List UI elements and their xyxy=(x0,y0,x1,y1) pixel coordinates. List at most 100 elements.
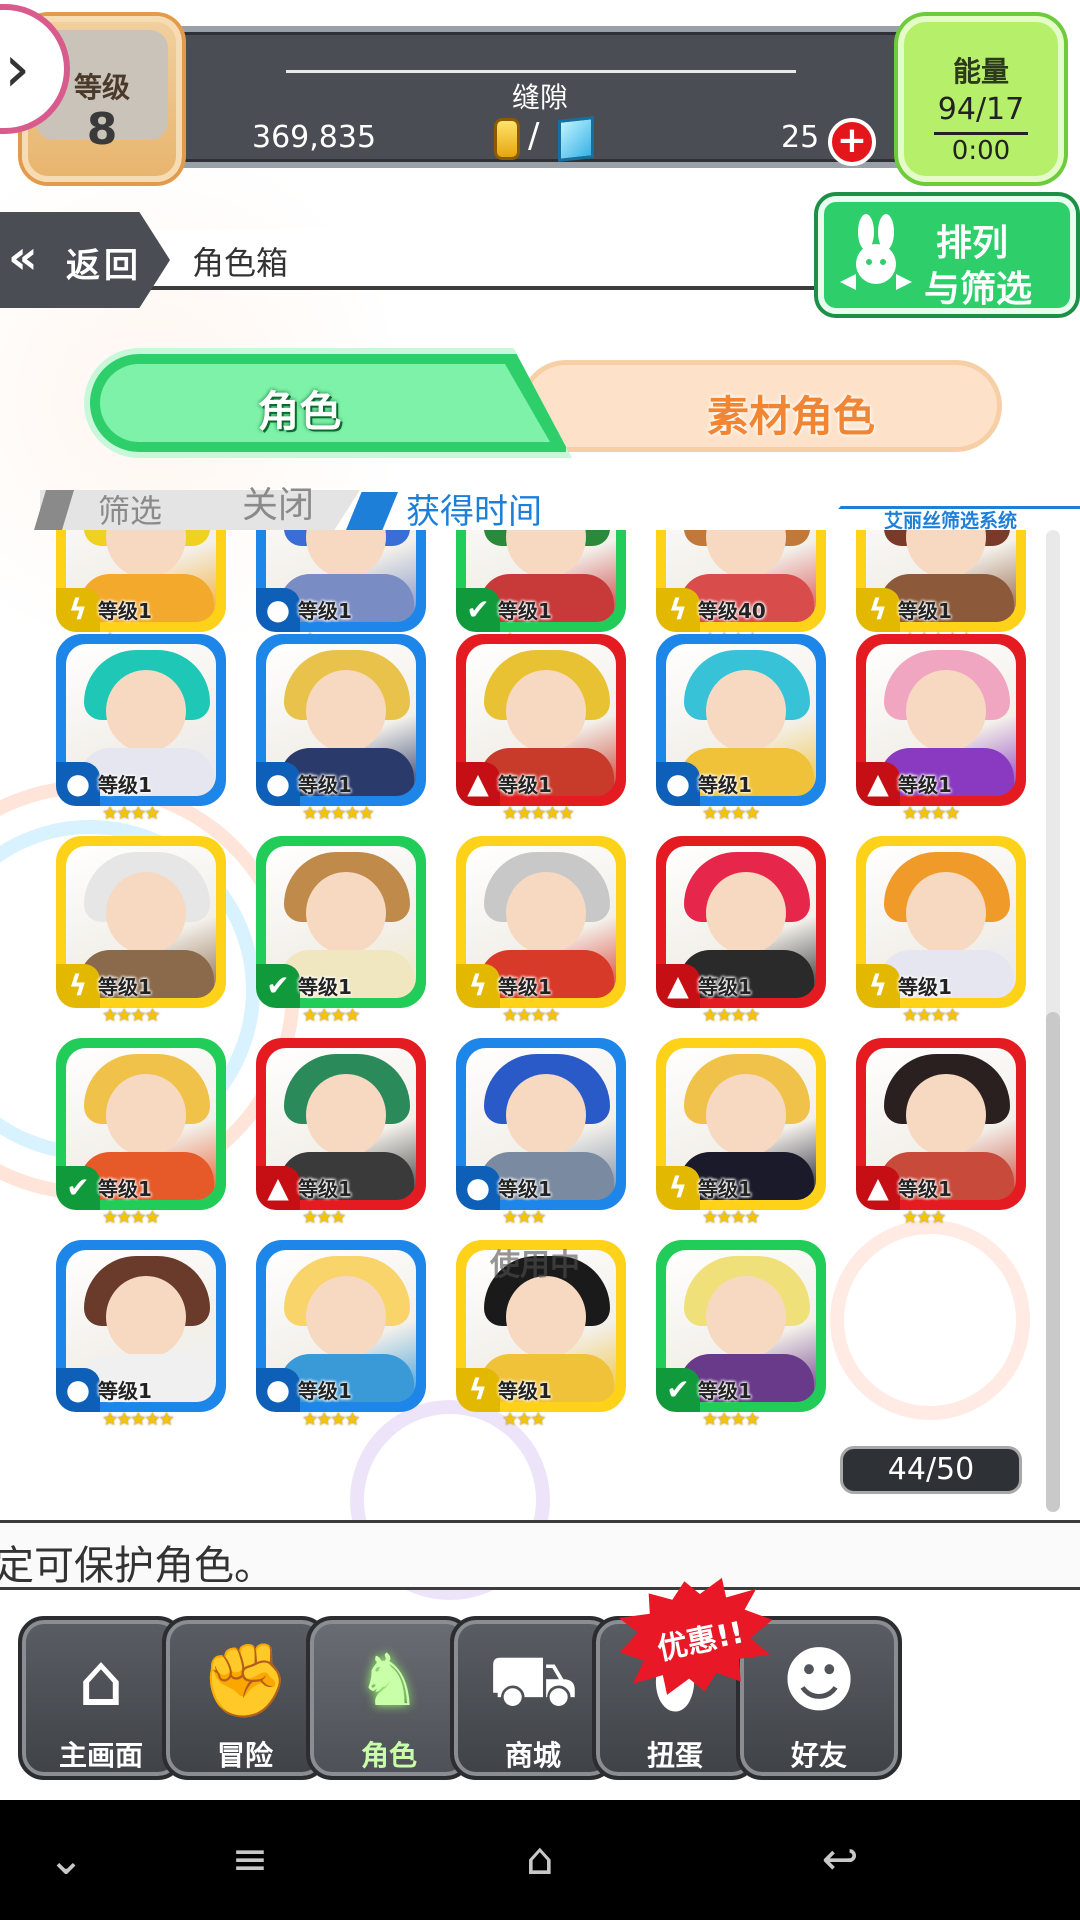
nav-button-handshake[interactable]: ✊ 冒险 xyxy=(162,1616,328,1780)
character-level: 等级1 xyxy=(498,773,552,797)
rabbit-arrows-icon xyxy=(840,214,912,290)
character-card[interactable]: ● 等级1 ★★★★★ xyxy=(56,1240,226,1430)
rarity-stars: ★★★★ xyxy=(302,1005,361,1026)
thunder-element-icon: ϟ xyxy=(856,964,900,1008)
scrollbar-thumb[interactable] xyxy=(1046,1012,1060,1512)
rarity-stars: ★★★★★ xyxy=(502,803,575,824)
water-element-icon: ● xyxy=(656,762,700,806)
character-card[interactable]: ▲ 等级1 ★★★★ xyxy=(656,836,826,1026)
rarity-stars: ★★★★★ xyxy=(302,803,375,824)
character-level: 等级1 xyxy=(698,773,752,797)
nav-label: 扭蛋 xyxy=(646,1739,703,1772)
character-card[interactable]: ● 等级1 ★★★ xyxy=(456,1038,626,1228)
character-card[interactable]: ● 等级1 ★★★★ xyxy=(256,1240,426,1430)
character-level: 等级1 xyxy=(98,975,152,999)
character-card[interactable]: ϟ 等级1 ★★★★ xyxy=(856,836,1026,1026)
character-card[interactable]: ●等级1★ xyxy=(256,530,426,650)
wind-element-icon: ✔ xyxy=(656,1368,700,1412)
filter-state[interactable]: 关闭 xyxy=(242,476,314,528)
thunder-element-icon: ϟ xyxy=(456,1368,500,1412)
character-card[interactable]: ϟ 等级1 ★★★★ xyxy=(56,836,226,1026)
nav-button-rabbit[interactable]: ♞ 角色 xyxy=(306,1616,472,1780)
menu-icon[interactable]: ≡ xyxy=(210,1828,290,1892)
rarity-stars: ★★★★ xyxy=(702,1409,761,1430)
character-card[interactable]: ✔ 等级1 ★★★★ xyxy=(656,1240,826,1430)
stage-name: 缝隙 xyxy=(511,81,568,114)
rarity-stars: ★★★★ xyxy=(102,1005,161,1026)
sort-order-selector[interactable]: 获得时间 xyxy=(346,484,846,532)
thunder-element-icon: ϟ xyxy=(456,964,500,1008)
sort-order-label: 获得时间 xyxy=(406,492,542,532)
chevron-down-icon[interactable]: ⌄ xyxy=(26,1828,106,1892)
water-element-icon: ● xyxy=(456,1166,500,1210)
character-card[interactable]: ϟ 等级1 ★★★ 使用中 xyxy=(456,1240,626,1430)
back-button[interactable]: « 返回 xyxy=(0,212,170,308)
character-card[interactable]: ϟ等级40★★★★ xyxy=(656,530,826,650)
character-card[interactable]: ▲ 等级1 ★★★★★ xyxy=(456,634,626,824)
tab-characters[interactable]: 角色 xyxy=(84,348,572,458)
back-arrow-icon[interactable]: ↩ xyxy=(800,1828,880,1892)
portrait-face xyxy=(106,670,186,752)
nav-label: 商城 xyxy=(504,1739,561,1772)
handshake-icon: ✊ xyxy=(200,1638,290,1722)
character-level: 等级40 xyxy=(698,599,766,623)
character-card[interactable]: ● 等级1 ★★★★ xyxy=(56,634,226,824)
character-level: 等级1 xyxy=(98,1379,152,1403)
character-card[interactable]: ▲ 等级1 ★★★ xyxy=(856,1038,1026,1228)
energy-badge[interactable]: 能量 94/17 0:00 xyxy=(898,16,1064,182)
character-card[interactable]: ● 等级1 ★★★★★ xyxy=(256,634,426,824)
divider xyxy=(286,70,796,73)
portrait-face xyxy=(706,670,786,752)
character-card[interactable]: ϟ 等级1 ★★★★ xyxy=(456,836,626,1026)
character-level: 等级1 xyxy=(98,599,152,623)
rarity-stars: ★★★★ xyxy=(702,1005,761,1026)
character-card[interactable]: ✔ 等级1 ★★★★ xyxy=(256,836,426,1026)
character-level: 等级1 xyxy=(298,975,352,999)
portrait-face xyxy=(706,872,786,954)
character-card[interactable]: ϟ等级1★ xyxy=(56,530,226,650)
nav-button-home[interactable]: ⌂ 主画面 xyxy=(18,1616,184,1780)
cart-icon: ⛟ xyxy=(487,1638,579,1722)
nav-label: 冒险 xyxy=(216,1739,273,1772)
tab-material-characters[interactable]: 素材角色 xyxy=(520,360,1002,452)
portrait-face xyxy=(106,530,186,578)
character-grid: ϟ等级1★●等级1★✔等级1★ϟ等级40★★★★ϟ等级1★★★★★●等级1★★★… xyxy=(0,530,1050,1516)
sort-filter-button[interactable]: 排列 与筛选 xyxy=(818,196,1076,314)
rarity-stars: ★★★★ xyxy=(902,1005,961,1026)
page-title: 角色箱 xyxy=(192,244,289,282)
character-level: 等级1 xyxy=(298,599,352,623)
home-outline-icon[interactable]: ⌂ xyxy=(500,1828,580,1892)
rarity-stars: ★★★ xyxy=(302,1207,346,1228)
thunder-element-icon: ϟ xyxy=(656,588,700,632)
rarity-stars: ★★★★ xyxy=(702,803,761,824)
character-card[interactable]: ▲ 等级1 ★★★★ xyxy=(856,634,1026,824)
divider xyxy=(934,132,1028,135)
water-element-icon: ● xyxy=(256,588,300,632)
character-count: 44/50 xyxy=(840,1446,1022,1494)
character-card[interactable]: ✔等级1★ xyxy=(456,530,626,650)
character-level: 等级1 xyxy=(698,1177,752,1201)
character-level: 等级1 xyxy=(98,773,152,797)
energy-label: 能量 xyxy=(952,55,1009,88)
character-card[interactable]: ϟ等级1★★★★★ xyxy=(856,530,1026,650)
character-card[interactable]: ✔ 等级1 ★★★★ xyxy=(56,1038,226,1228)
character-card[interactable]: ϟ 等级1 ★★★★ xyxy=(656,1038,826,1228)
water-element-icon: ● xyxy=(256,762,300,806)
character-level: 等级1 xyxy=(898,599,952,623)
rarity-stars: ★★★★★ xyxy=(102,1409,175,1430)
filter-label: 筛选 xyxy=(98,492,163,530)
rabbit-icon: ♞ xyxy=(356,1638,422,1722)
portrait-face xyxy=(706,1074,786,1156)
portrait-face xyxy=(706,530,786,578)
in-use-label: 使用中 xyxy=(490,1248,580,1283)
buy-gems-plus-button[interactable]: + xyxy=(828,118,876,166)
portrait-face xyxy=(906,530,986,578)
thunder-element-icon: ϟ xyxy=(56,964,100,1008)
energy-timer: 0:00 xyxy=(951,136,1011,166)
character-level: 等级1 xyxy=(498,1177,552,1201)
character-level: 等级1 xyxy=(898,1177,952,1201)
character-card[interactable]: ▲ 等级1 ★★★ xyxy=(256,1038,426,1228)
character-card[interactable]: ● 等级1 ★★★★ xyxy=(656,634,826,824)
fire-element-icon: ▲ xyxy=(856,1166,900,1210)
portrait-face xyxy=(106,1276,186,1358)
